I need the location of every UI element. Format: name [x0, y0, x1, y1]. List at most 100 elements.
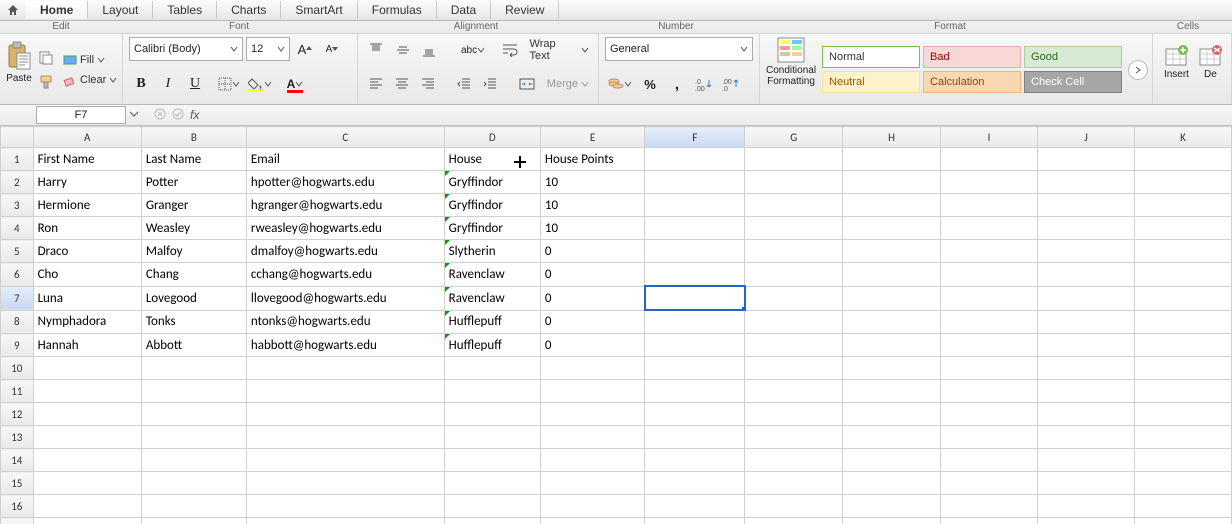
cell-I7[interactable] — [941, 286, 1038, 310]
row-header-12[interactable]: 12 — [1, 403, 34, 426]
cell-D16[interactable] — [444, 495, 540, 518]
cell-K14[interactable] — [1134, 449, 1231, 472]
conditional-formatting-button[interactable]: Conditional Formatting — [766, 36, 816, 88]
cell-E15[interactable] — [540, 472, 644, 495]
cell-K12[interactable] — [1134, 403, 1231, 426]
cell-C9[interactable]: habbott@hogwarts.edu — [246, 334, 444, 357]
cell-E1[interactable]: House Points — [540, 148, 644, 171]
cell-E4[interactable]: 10 — [540, 217, 644, 240]
cell-G3[interactable] — [745, 194, 843, 217]
cell-F16[interactable] — [645, 495, 745, 518]
col-header-H[interactable]: H — [843, 127, 941, 148]
decrease-font-button[interactable]: A — [320, 38, 344, 60]
cell-F15[interactable] — [645, 472, 745, 495]
decrease-indent-button[interactable] — [452, 73, 475, 95]
row-header-15[interactable]: 15 — [1, 472, 34, 495]
cell-F4[interactable] — [645, 217, 745, 240]
cell-H5[interactable] — [843, 240, 941, 263]
cell-A13[interactable] — [33, 426, 141, 449]
cell-H8[interactable] — [843, 310, 941, 334]
fill-color-button[interactable] — [244, 73, 276, 95]
format-painter-button[interactable] — [34, 71, 58, 93]
clear-button[interactable]: Clear — [60, 72, 120, 88]
cell-H12[interactable] — [843, 403, 941, 426]
cell-B4[interactable]: Weasley — [141, 217, 246, 240]
cell-C16[interactable] — [246, 495, 444, 518]
cell-C8[interactable]: ntonks@hogwarts.edu — [246, 310, 444, 334]
cell-E9[interactable]: 0 — [540, 334, 644, 357]
cell-C10[interactable] — [246, 357, 444, 380]
cell-J12[interactable] — [1038, 403, 1135, 426]
cell-B2[interactable]: Potter — [141, 171, 246, 194]
cell-F12[interactable] — [645, 403, 745, 426]
insert-cells-button[interactable]: Insert — [1159, 36, 1194, 88]
cell-J9[interactable] — [1038, 334, 1135, 357]
cell-B12[interactable] — [141, 403, 246, 426]
row-header-9[interactable]: 9 — [1, 334, 34, 357]
cell-A16[interactable] — [33, 495, 141, 518]
cell-D6[interactable]: Ravenclaw — [444, 263, 540, 287]
align-left-button[interactable] — [364, 73, 387, 95]
orientation-button[interactable]: abc — [453, 39, 493, 61]
cell-G8[interactable] — [745, 310, 843, 334]
cell-B13[interactable] — [141, 426, 246, 449]
cell-I12[interactable] — [941, 403, 1038, 426]
cell-H4[interactable] — [843, 217, 941, 240]
percent-button[interactable]: % — [638, 73, 662, 95]
cell-K10[interactable] — [1134, 357, 1231, 380]
cell-K2[interactable] — [1134, 171, 1231, 194]
cell-F3[interactable] — [645, 194, 745, 217]
cell-D3[interactable]: Gryffindor — [444, 194, 540, 217]
row-header-5[interactable]: 5 — [1, 240, 34, 263]
cell-B5[interactable]: Malfoy — [141, 240, 246, 263]
copy-button[interactable] — [34, 47, 58, 69]
merge-icon-button[interactable] — [514, 73, 541, 95]
number-format-select[interactable]: General — [605, 37, 753, 61]
cell-C14[interactable] — [246, 449, 444, 472]
cell-J11[interactable] — [1038, 380, 1135, 403]
cell-K8[interactable] — [1134, 310, 1231, 334]
cell-I9[interactable] — [941, 334, 1038, 357]
cell-E17[interactable] — [540, 518, 644, 524]
comma-button[interactable]: , — [665, 73, 689, 95]
cell-D12[interactable] — [444, 403, 540, 426]
cell-H16[interactable] — [843, 495, 941, 518]
increase-indent-button[interactable] — [478, 73, 501, 95]
cell-D4[interactable]: Gryffindor — [444, 217, 540, 240]
cell-K13[interactable] — [1134, 426, 1231, 449]
cell-F2[interactable] — [645, 171, 745, 194]
col-header-I[interactable]: I — [941, 127, 1038, 148]
cell-D14[interactable] — [444, 449, 540, 472]
cell-I11[interactable] — [941, 380, 1038, 403]
cell-H6[interactable] — [843, 263, 941, 287]
cell-B1[interactable]: Last Name — [141, 148, 246, 171]
cell-K4[interactable] — [1134, 217, 1231, 240]
cell-K7[interactable] — [1134, 286, 1231, 310]
formula-input[interactable] — [205, 107, 1232, 123]
cell-H9[interactable] — [843, 334, 941, 357]
cell-I5[interactable] — [941, 240, 1038, 263]
cell-D2[interactable]: Gryffindor — [444, 171, 540, 194]
cell-C5[interactable]: dmalfoy@hogwarts.edu — [246, 240, 444, 263]
cell-A14[interactable] — [33, 449, 141, 472]
cell-B17[interactable] — [141, 518, 246, 524]
cell-A11[interactable] — [33, 380, 141, 403]
enter-formula-icon[interactable] — [172, 108, 184, 123]
cell-F11[interactable] — [645, 380, 745, 403]
cell-E8[interactable]: 0 — [540, 310, 644, 334]
cell-A3[interactable]: Hermione — [33, 194, 141, 217]
cell-A4[interactable]: Ron — [33, 217, 141, 240]
cell-I17[interactable] — [941, 518, 1038, 524]
italic-button[interactable]: I — [156, 73, 180, 95]
cell-C4[interactable]: rweasley@hogwarts.edu — [246, 217, 444, 240]
cell-J1[interactable] — [1038, 148, 1135, 171]
cell-G7[interactable] — [745, 286, 843, 310]
cell-I2[interactable] — [941, 171, 1038, 194]
cell-J7[interactable] — [1038, 286, 1135, 310]
cell-F7[interactable] — [645, 286, 745, 310]
cell-A6[interactable]: Cho — [33, 263, 141, 287]
font-color-button[interactable]: A — [279, 73, 311, 95]
cell-H15[interactable] — [843, 472, 941, 495]
cell-A12[interactable] — [33, 403, 141, 426]
cell-E12[interactable] — [540, 403, 644, 426]
